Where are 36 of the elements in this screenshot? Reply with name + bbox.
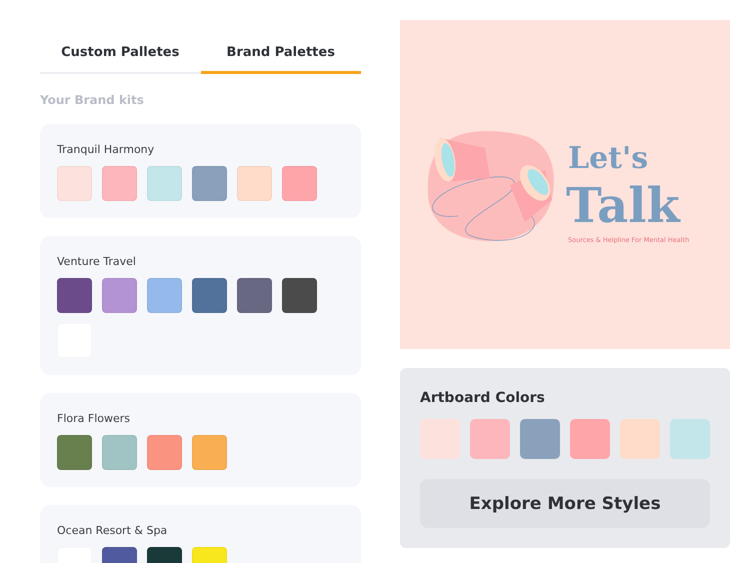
palette-name: Venture Travel — [57, 255, 137, 268]
color-swatch[interactable] — [620, 419, 660, 459]
color-swatch[interactable] — [192, 278, 227, 313]
palette-name: Flora Flowers — [57, 412, 132, 425]
section-title: Your Brand kits — [40, 93, 145, 107]
palette-name: Ocean Resort & Spa — [57, 524, 168, 537]
color-swatch[interactable] — [520, 419, 560, 459]
color-swatch[interactable] — [147, 166, 182, 201]
color-swatch[interactable] — [237, 278, 272, 313]
color-swatch[interactable] — [282, 278, 317, 313]
color-swatch[interactable] — [237, 166, 272, 201]
color-swatch[interactable] — [57, 435, 92, 470]
color-swatch[interactable] — [670, 419, 710, 459]
palette-tab[interactable]: Brand Palettes — [200, 45, 361, 74]
palette-card[interactable]: Tranquil Harmony — [40, 124, 361, 218]
color-swatch[interactable] — [470, 419, 510, 459]
color-swatch[interactable] — [57, 166, 92, 201]
color-swatch[interactable] — [570, 419, 610, 459]
logo-title: Talk — [566, 178, 680, 234]
palette-name: Tranquil Harmony — [57, 143, 156, 156]
color-swatch[interactable] — [102, 166, 137, 201]
color-swatch[interactable] — [147, 278, 182, 313]
color-swatch[interactable] — [102, 435, 137, 470]
color-swatch[interactable] — [192, 435, 227, 470]
color-swatch[interactable] — [282, 166, 317, 201]
palette-card[interactable]: Venture Travel — [40, 236, 361, 375]
palette-tab[interactable]: Custom Palletes — [40, 45, 200, 74]
color-swatch[interactable] — [102, 278, 137, 313]
palette-card[interactable]: Ocean Resort & Spa — [40, 505, 361, 563]
explore-styles-button[interactable]: Explore More Styles — [420, 479, 710, 528]
color-swatch[interactable] — [192, 166, 227, 201]
panel-title: Artboard Colors — [420, 390, 546, 406]
palette-card[interactable]: Flora Flowers — [40, 393, 361, 487]
color-swatch[interactable] — [147, 435, 182, 470]
logo-title: Let's — [568, 141, 648, 176]
color-swatch[interactable] — [57, 278, 92, 313]
